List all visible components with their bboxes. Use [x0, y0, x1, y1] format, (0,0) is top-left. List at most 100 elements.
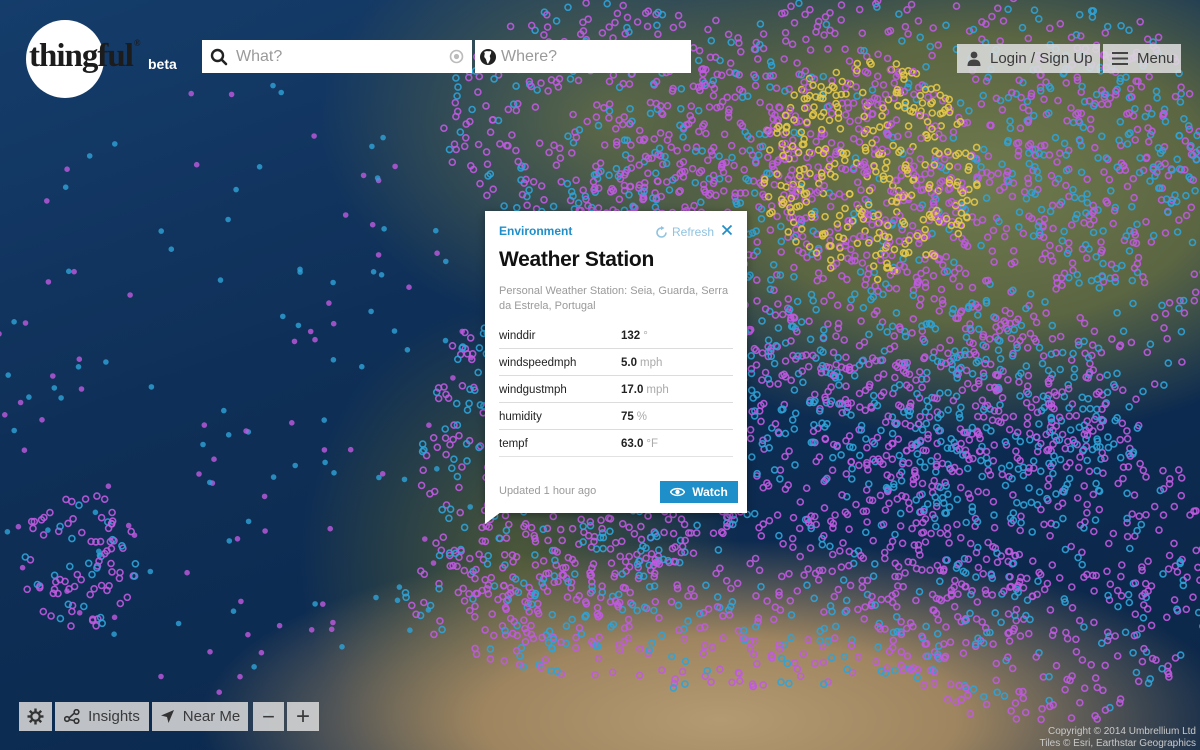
sensor-marker[interactable]: [858, 29, 867, 38]
sensor-marker[interactable]: [358, 363, 365, 370]
sensor-marker[interactable]: [1096, 423, 1105, 431]
sensor-marker[interactable]: [1068, 259, 1077, 267]
sensor-marker[interactable]: [1191, 288, 1200, 297]
sensor-marker[interactable]: [781, 28, 790, 37]
sensor-marker[interactable]: [855, 461, 863, 470]
sensor-marker[interactable]: [78, 386, 85, 392]
sensor-marker[interactable]: [978, 396, 987, 405]
sensor-marker[interactable]: [922, 63, 930, 71]
sensor-marker[interactable]: [541, 656, 550, 664]
sensor-marker[interactable]: [688, 164, 697, 173]
sensor-marker[interactable]: [804, 635, 813, 644]
sensor-marker[interactable]: [512, 106, 521, 115]
sensor-marker[interactable]: [619, 1, 628, 10]
sensor-marker[interactable]: [512, 204, 521, 212]
sensor-marker[interactable]: [722, 576, 731, 585]
sensor-marker[interactable]: [483, 160, 492, 168]
sensor-marker[interactable]: [1012, 715, 1021, 723]
sensor-marker[interactable]: [1009, 412, 1018, 421]
sensor-marker[interactable]: [892, 284, 901, 293]
sensor-marker[interactable]: [86, 153, 93, 159]
sensor-marker[interactable]: [1194, 563, 1200, 572]
sensor-marker[interactable]: [642, 554, 650, 563]
sensor-marker[interactable]: [674, 11, 683, 20]
sensor-marker[interactable]: [43, 198, 50, 204]
sensor-marker[interactable]: [1130, 193, 1138, 202]
sensor-marker[interactable]: [1159, 511, 1168, 519]
sensor-marker[interactable]: [1046, 24, 1054, 33]
sensor-marker[interactable]: [606, 545, 615, 553]
sensor-marker[interactable]: [433, 443, 442, 452]
refresh-button[interactable]: Refresh: [655, 225, 714, 239]
sensor-marker[interactable]: [790, 272, 798, 281]
sensor-marker[interactable]: [474, 88, 482, 96]
sensor-marker[interactable]: [1065, 412, 1074, 421]
sensor-marker[interactable]: [953, 495, 962, 504]
sensor-marker[interactable]: [211, 456, 217, 463]
sensor-marker[interactable]: [531, 103, 540, 111]
sensor-marker[interactable]: [127, 527, 135, 536]
sensor-marker[interactable]: [1103, 371, 1111, 379]
sensor-marker[interactable]: [931, 324, 940, 333]
sensor-marker[interactable]: [509, 557, 517, 566]
sensor-marker[interactable]: [684, 592, 692, 600]
sensor-marker[interactable]: [708, 643, 717, 652]
sensor-marker[interactable]: [373, 594, 379, 601]
sensor-marker[interactable]: [1026, 429, 1034, 438]
sensor-marker[interactable]: [1023, 574, 1031, 583]
sensor-marker[interactable]: [458, 381, 467, 390]
sensor-marker[interactable]: [76, 609, 83, 616]
sensor-marker[interactable]: [928, 51, 936, 60]
sensor-marker[interactable]: [1038, 359, 1047, 368]
sensor-marker[interactable]: [233, 186, 239, 193]
sensor-marker[interactable]: [833, 301, 842, 310]
sensor-marker[interactable]: [1084, 394, 1092, 403]
sensor-marker[interactable]: [841, 241, 850, 250]
sensor-marker[interactable]: [942, 21, 950, 30]
sensor-marker[interactable]: [946, 680, 955, 689]
sensor-marker[interactable]: [888, 251, 896, 260]
sensor-marker[interactable]: [1004, 375, 1012, 384]
sensor-marker[interactable]: [540, 31, 548, 39]
sensor-marker[interactable]: [1091, 516, 1100, 524]
sensor-marker[interactable]: [592, 113, 601, 121]
sensor-marker[interactable]: [1131, 105, 1139, 113]
sensor-marker[interactable]: [929, 24, 938, 32]
sensor-marker[interactable]: [1180, 115, 1188, 123]
sensor-marker[interactable]: [1138, 657, 1147, 666]
sensor-marker[interactable]: [785, 447, 793, 455]
sensor-marker[interactable]: [901, 493, 910, 501]
sensor-marker[interactable]: [747, 386, 756, 395]
sensor-marker[interactable]: [993, 4, 1002, 13]
sensor-marker[interactable]: [646, 98, 655, 107]
sensor-marker[interactable]: [1105, 539, 1113, 548]
sensor-marker[interactable]: [62, 184, 69, 190]
sensor-marker[interactable]: [630, 529, 639, 538]
sensor-marker[interactable]: [1083, 508, 1091, 517]
sensor-marker[interactable]: [1059, 514, 1067, 523]
sensor-marker[interactable]: [990, 258, 998, 266]
sensor-marker[interactable]: [158, 673, 164, 680]
sensor-marker[interactable]: [597, 516, 605, 525]
sensor-marker[interactable]: [158, 228, 164, 234]
sensor-marker[interactable]: [605, 100, 614, 108]
sensor-marker[interactable]: [460, 142, 469, 151]
sensor-marker[interactable]: [1080, 482, 1088, 490]
sensor-marker[interactable]: [1147, 238, 1156, 246]
sensor-marker[interactable]: [687, 102, 696, 110]
sensor-marker[interactable]: [680, 635, 689, 643]
sensor-marker[interactable]: [1129, 299, 1137, 308]
sensor-marker[interactable]: [1037, 205, 1046, 214]
sensor-marker[interactable]: [834, 353, 843, 362]
sensor-marker[interactable]: [837, 451, 845, 459]
sensor-marker[interactable]: [739, 634, 748, 643]
sensor-marker[interactable]: [1116, 699, 1124, 707]
sensor-marker[interactable]: [1150, 380, 1159, 388]
sensor-marker[interactable]: [819, 658, 828, 667]
sensor-marker[interactable]: [681, 657, 690, 666]
sensor-marker[interactable]: [417, 481, 426, 490]
sensor-marker[interactable]: [824, 45, 832, 53]
sensor-marker[interactable]: [84, 559, 93, 568]
sensor-marker[interactable]: [483, 560, 492, 568]
sensor-marker[interactable]: [1066, 426, 1075, 434]
